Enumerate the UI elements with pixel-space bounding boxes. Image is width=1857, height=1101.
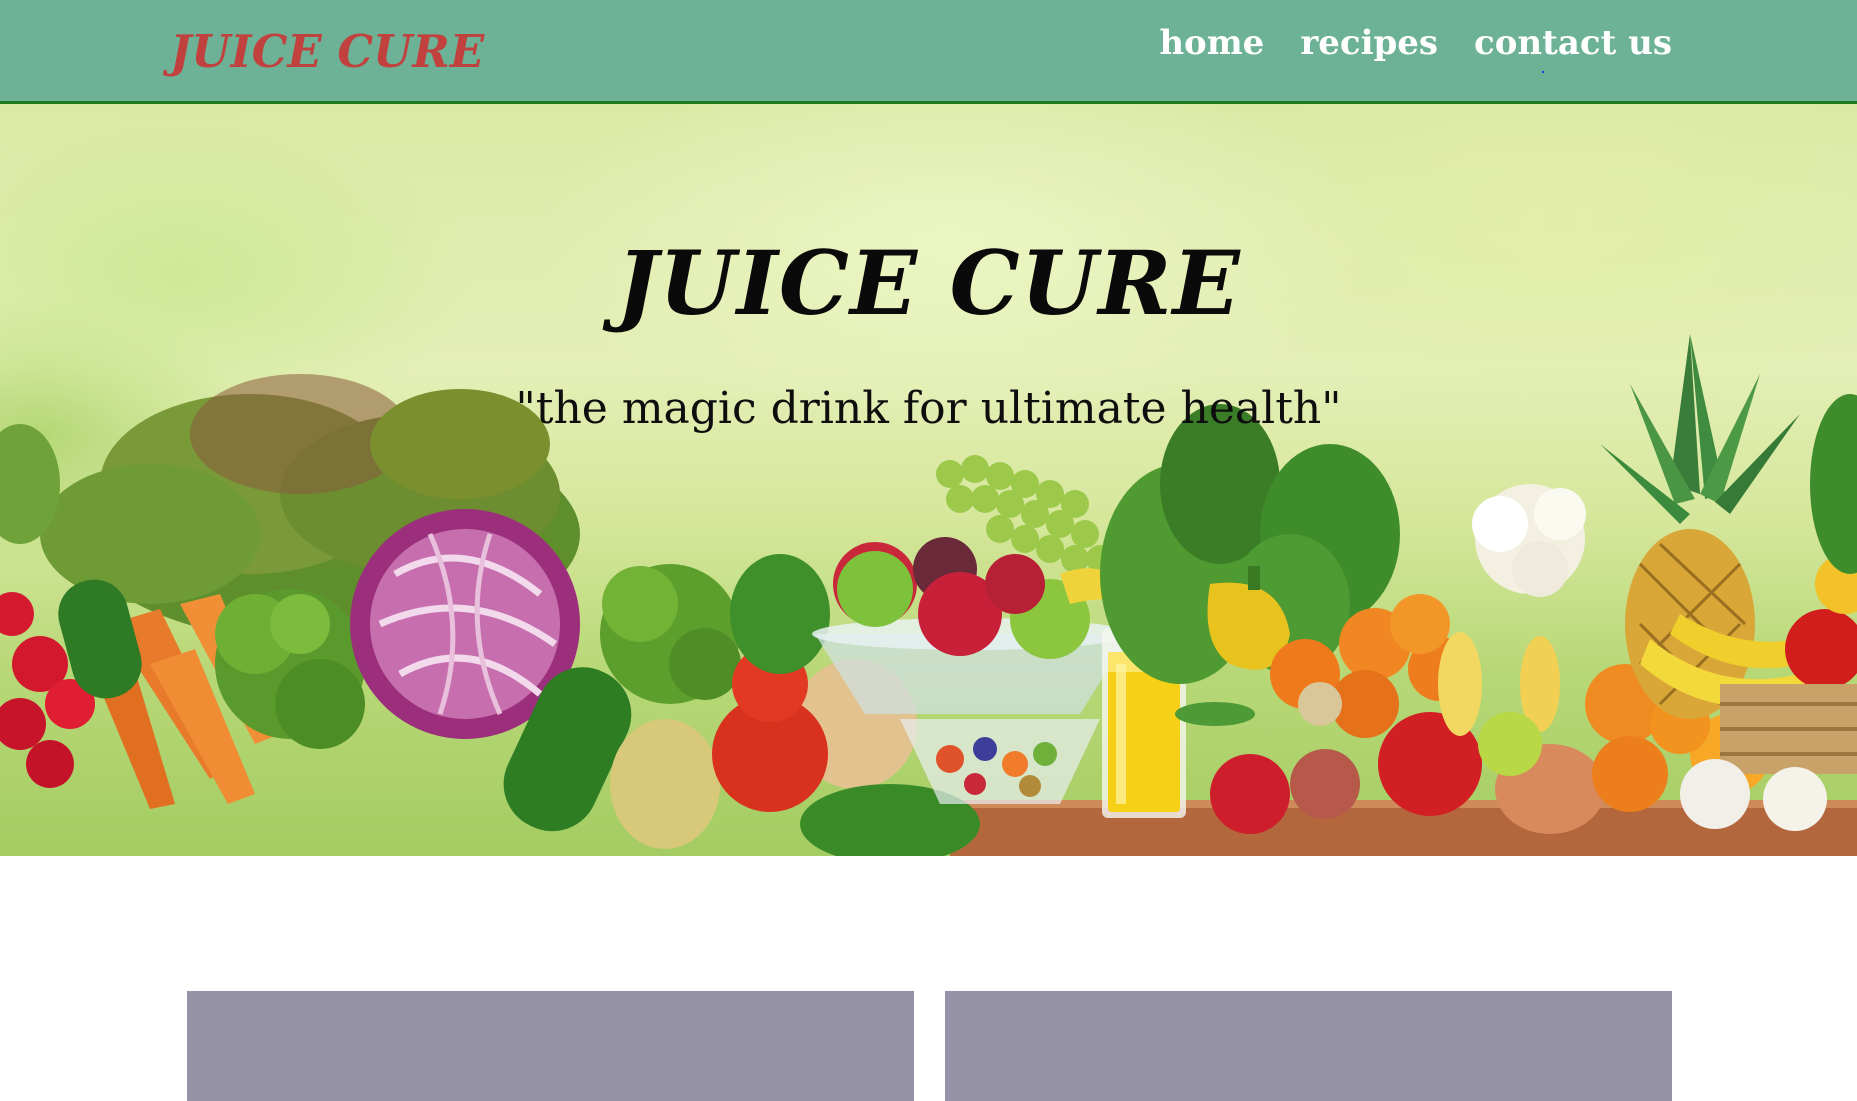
hero-title: JUICE CURE [616,231,1241,335]
top-navbar: JUICE CURE home recipes contact us [0,0,1857,104]
nav-link-home[interactable]: home [1159,20,1264,66]
hero-produce-image [0,334,1857,856]
nav-link-contact-us[interactable]: contact us [1474,20,1672,66]
content-card-right [945,991,1672,1101]
brand-logo-text[interactable]: JUICE CURE [170,22,484,82]
content-card-left [187,991,914,1101]
broccoli-middle [600,564,741,704]
hero-banner: JUICE CURE "the magic drink for ultimate… [0,104,1857,856]
hero-tagline: "the magic drink for ultimate health" [515,383,1342,434]
nav-links: home recipes contact us [1159,20,1672,66]
nav-link-recipes[interactable]: recipes [1300,20,1438,66]
cauliflower [1472,484,1586,597]
cursor-dot [1542,71,1544,73]
broccoli-left [215,589,365,749]
